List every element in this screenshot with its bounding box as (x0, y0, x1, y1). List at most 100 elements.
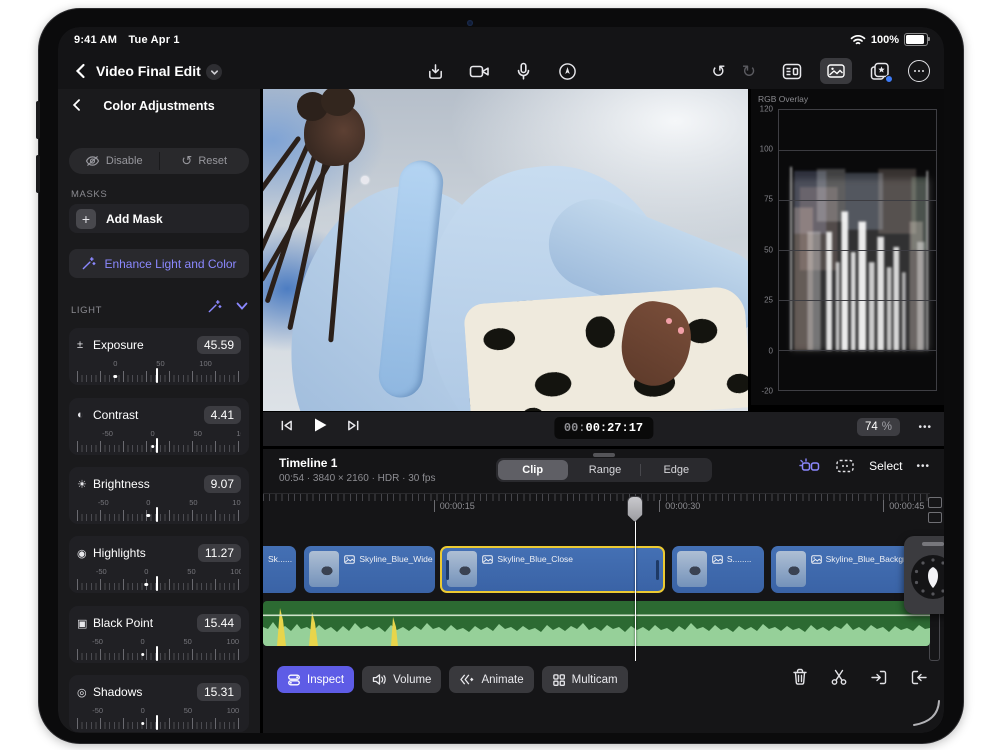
multicam-label: Multicam (572, 674, 618, 686)
import-media-icon[interactable] (423, 59, 447, 83)
trash-icon[interactable] (792, 668, 808, 686)
tick-label: 100 (227, 637, 240, 646)
audio-track[interactable] (263, 601, 930, 646)
slider-value[interactable]: 11.27 (198, 544, 241, 562)
collapse-chevron-icon[interactable] (236, 302, 248, 311)
ruler-timestamp: 00:00:15 (434, 500, 475, 512)
disable-button[interactable]: Disable (69, 148, 159, 174)
panel-title: Color Adjustments (58, 99, 260, 113)
jog-dial[interactable] (908, 552, 944, 602)
viewer-more-icon[interactable]: ••• (918, 422, 932, 433)
undo-icon[interactable]: ↺ (712, 63, 726, 80)
mode-edge[interactable]: Edge (641, 458, 711, 482)
animate-button[interactable]: Animate (449, 666, 533, 693)
masks-section-label: MASKS (71, 189, 107, 200)
enhance-light-color-button[interactable]: Enhance Light and Color (69, 249, 249, 278)
reset-button[interactable]: ↺ Reset (160, 148, 250, 174)
tick-label: 0 (144, 567, 148, 576)
slider-ruler[interactable]: -50 0 50 100 (77, 567, 241, 591)
photo-icon (482, 555, 493, 564)
snapping-icon[interactable] (799, 458, 821, 474)
multicam-button[interactable]: Multicam (542, 666, 628, 693)
inspector-icon[interactable] (780, 59, 804, 83)
project-title[interactable]: Video Final Edit (96, 63, 201, 79)
project-menu-chevron-icon[interactable] (206, 64, 222, 80)
color-adjustments-panel: Color Adjustments Disable ↺ Reset (58, 89, 260, 733)
panel-drag-handle[interactable] (593, 453, 615, 457)
back-chevron-icon[interactable] (70, 60, 92, 82)
ruler-ticks (77, 441, 241, 452)
insert-clip-icon[interactable] (870, 669, 888, 686)
microphone-icon[interactable] (511, 59, 535, 83)
timecode-display[interactable]: 00:00:27:17 (554, 417, 653, 439)
zero-dot (141, 653, 145, 657)
timeline-clip[interactable]: Sk...... (263, 546, 296, 593)
clip-thumbnail (447, 551, 477, 587)
tick-label: 100 (199, 359, 212, 368)
skip-to-start-icon[interactable] (279, 418, 294, 432)
slider-ruler[interactable]: -50 0 50 100 (77, 429, 241, 453)
slider-value[interactable]: 9.07 (204, 475, 241, 493)
slider-ruler[interactable]: -50 0 50 100 (77, 359, 241, 383)
transport-bar: 00:00:27:17 74% ••• (263, 411, 944, 446)
redo-icon: ↻ (742, 63, 756, 80)
slider-ruler[interactable]: -50 0 50 100 (77, 637, 241, 661)
jog-drag-handle[interactable] (922, 542, 944, 546)
slider-ruler[interactable]: -50 0 50 100 (77, 498, 241, 522)
more-options-icon[interactable] (908, 60, 930, 82)
multicam-icon (552, 673, 566, 687)
auto-enhance-icon[interactable] (207, 299, 222, 314)
volume-up-button (36, 101, 40, 139)
tick-label: 50 (156, 359, 164, 368)
trim-handle-left[interactable] (446, 560, 449, 580)
jog-wheel[interactable] (904, 536, 944, 614)
effects-badge (885, 75, 893, 83)
slider-label: Brightness (93, 477, 204, 491)
shadows-icon: ◎ (77, 686, 93, 699)
skip-to-end-icon[interactable] (346, 418, 361, 432)
timeline-clip-selected[interactable]: Skyline_Blue_Close (440, 546, 664, 593)
value-marker (156, 715, 158, 730)
clip-overview-icon[interactable] (835, 458, 855, 474)
slider-contrast: ◐ Contrast 4.41 -50 0 50 100 (69, 398, 249, 455)
live-drawing-icon[interactable] (555, 59, 579, 83)
mode-clip[interactable]: Clip (498, 460, 568, 480)
timeline-clip[interactable]: S........ (672, 546, 764, 593)
slider-value[interactable]: 15.31 (197, 683, 241, 701)
play-button[interactable] (312, 417, 328, 433)
clip-label: Sk...... (268, 554, 292, 564)
timeline-ruler[interactable]: 00:00:15 00:00:30 00:00:45 (263, 493, 930, 522)
slider-value[interactable]: 15.44 (197, 614, 241, 632)
disable-reset-segment: Disable ↺ Reset (69, 148, 249, 174)
slider-value[interactable]: 45.59 (197, 336, 241, 354)
slider-value[interactable]: 4.41 (204, 406, 241, 424)
slider-ruler[interactable]: -50 0 50 100 (77, 706, 241, 730)
select-button[interactable]: Select (869, 459, 902, 473)
media-browser-icon[interactable] (820, 58, 852, 84)
blade-icon[interactable] (830, 668, 848, 686)
timeline-title: Timeline 1 (279, 456, 337, 470)
viewer-zoom-chip[interactable]: 74% (857, 418, 900, 436)
volume-button[interactable]: Volume (362, 666, 441, 693)
tick-label: 0 (141, 706, 145, 715)
timeline-clip[interactable]: Skyline_Blue_Wide (304, 546, 435, 593)
record-camera-icon[interactable] (467, 59, 491, 83)
tick-label: -50 (96, 567, 107, 576)
track-height-controls[interactable] (928, 497, 942, 523)
timeline-meta: 00:54 · 3840 × 2160 · HDR · 30 fps (279, 473, 435, 484)
clip-label: Skyline_Blue_Close (482, 554, 573, 564)
trim-handle-right[interactable] (656, 560, 659, 580)
inspect-button[interactable]: Inspect (277, 666, 354, 693)
zero-dot (145, 583, 149, 587)
value-marker (156, 507, 158, 522)
playhead-line (635, 519, 637, 661)
zoom-unit: % (882, 421, 892, 433)
extract-clip-icon[interactable] (910, 669, 928, 686)
add-mask-button[interactable]: + Add Mask (69, 204, 249, 233)
effects-browser-icon[interactable] (868, 59, 892, 83)
timeline-more-icon[interactable]: ••• (916, 461, 930, 472)
ruler-ticks (77, 649, 241, 660)
timeline-toolbar: Inspect Volume (263, 661, 944, 699)
ruler-ticks (77, 371, 241, 382)
mode-range[interactable]: Range (570, 458, 640, 482)
